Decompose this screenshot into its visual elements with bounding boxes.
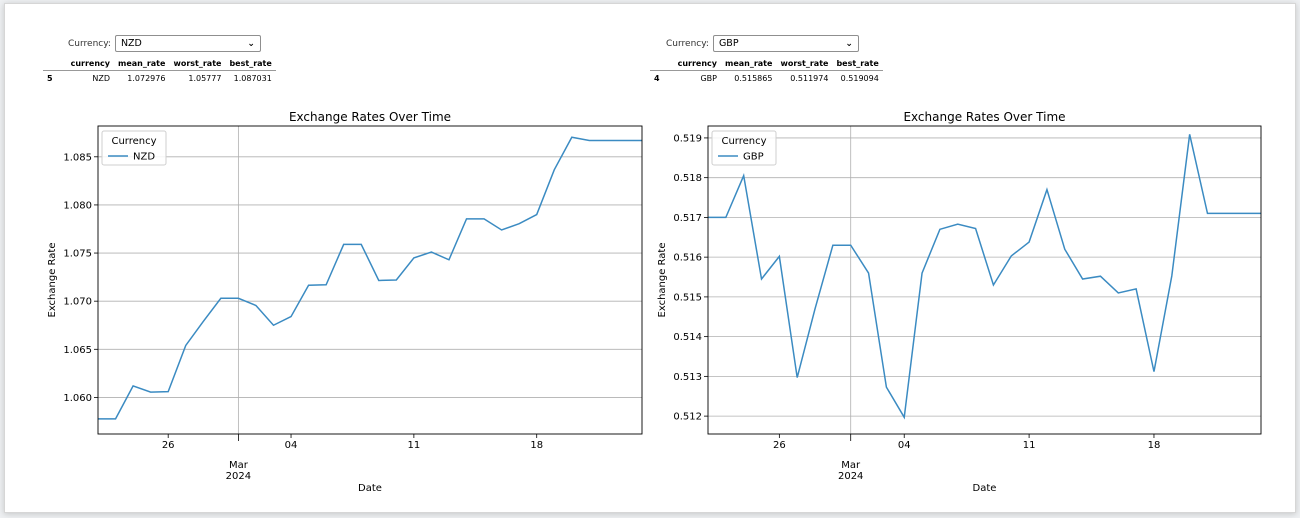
- x-axis-label: Date: [358, 483, 382, 494]
- exchange-rate-chart: Exchange Rates Over Time 0.512 0.513 0.514 0…: [657, 110, 1262, 494]
- chart-title: Exchange Rates Over Time: [289, 110, 451, 124]
- series-line: [98, 136, 642, 420]
- x-tick-label: 04: [285, 440, 298, 451]
- y-tick-label: 0.515: [673, 292, 702, 303]
- x-tick-label: 26: [162, 440, 175, 451]
- row-index: 5: [47, 74, 53, 83]
- y-tick-label: 1.065: [63, 345, 92, 356]
- cell-worst-rate: 1.05777: [188, 74, 222, 83]
- cell-best-rate: 1.087031: [233, 74, 272, 83]
- currency-selector: Currency: GBP ⌄: [666, 35, 859, 52]
- table-header: best_rate: [225, 57, 276, 71]
- y-tick-label: 1.085: [63, 152, 92, 163]
- cell-mean-rate: 1.072976: [127, 74, 166, 83]
- table-header: worst_rate: [776, 57, 833, 71]
- x-tick-label: 11: [408, 440, 421, 451]
- notebook-output: Currency: NZD ⌄ currency mean_rate worst…: [4, 3, 1296, 513]
- y-axis-label: Exchange Rate: [47, 243, 58, 318]
- series-line: [708, 134, 1261, 420]
- y-tick-label: 1.080: [63, 200, 92, 211]
- currency-label: Currency:: [666, 38, 709, 49]
- legend-title: Currency: [721, 136, 766, 147]
- x-year-label: 2024: [838, 471, 863, 482]
- table-header: mean_rate: [113, 57, 170, 71]
- y-tick-label: 1.070: [63, 297, 92, 308]
- x-year-label: 2024: [226, 471, 251, 482]
- cell-worst-rate: 0.511974: [790, 74, 829, 83]
- currency-selector: Currency: NZD ⌄: [68, 35, 261, 52]
- currency-dropdown-value: NZD: [120, 38, 142, 49]
- cell-currency: NZD: [92, 74, 110, 83]
- y-tick-label: 0.516: [673, 253, 702, 264]
- y-tick-label: 1.075: [63, 249, 92, 260]
- exchange-rate-chart: Exchange Rates Over Time 1.060 1.065 1.070 1…: [47, 110, 643, 494]
- chevron-down-icon: ⌄: [845, 38, 853, 49]
- table-header-index: [43, 57, 67, 71]
- y-tick-label: 0.518: [673, 173, 702, 184]
- currency-dropdown[interactable]: NZD ⌄: [114, 35, 261, 52]
- panel-gbp: Currency: GBP ⌄ currency mean_rate worst…: [650, 4, 1295, 512]
- legend-label: NZD: [133, 152, 155, 163]
- chevron-down-icon: ⌄: [247, 38, 255, 49]
- plot-frame: [97, 125, 643, 435]
- table-header: mean_rate: [720, 57, 777, 71]
- y-tick-label: 0.512: [673, 412, 702, 423]
- panel-nzd: Currency: NZD ⌄ currency mean_rate worst…: [5, 4, 650, 512]
- table-header-row: currency mean_rate worst_rate best_rate: [43, 57, 276, 71]
- y-tick-label: 0.514: [673, 332, 702, 343]
- x-month-label: Mar: [229, 460, 249, 471]
- table-row: 4 GBP 0.515865 0.511974 0.519094: [650, 71, 883, 87]
- stats-table: currency mean_rate worst_rate best_rate …: [43, 57, 276, 86]
- x-month-label: Mar: [841, 460, 861, 471]
- x-tick-label: 26: [773, 440, 786, 451]
- currency-dropdown[interactable]: GBP ⌄: [712, 35, 859, 52]
- table-header: best_rate: [832, 57, 883, 71]
- x-axis-label: Date: [973, 483, 997, 494]
- currency-label: Currency:: [68, 38, 111, 49]
- cell-mean-rate: 0.515865: [734, 74, 773, 83]
- x-tick-label: 04: [898, 440, 911, 451]
- plot-frame: [707, 125, 1262, 435]
- y-tick-label: 0.519: [673, 133, 702, 144]
- cell-best-rate: 0.519094: [840, 74, 879, 83]
- legend-title: Currency: [111, 136, 156, 147]
- table-row: 5 NZD 1.072976 1.05777 1.087031: [43, 71, 276, 87]
- x-tick-label: 18: [1148, 440, 1161, 451]
- currency-dropdown-value: GBP: [718, 38, 739, 49]
- x-tick-label: 18: [530, 440, 543, 451]
- table-header-row: currency mean_rate worst_rate best_rate: [650, 57, 883, 71]
- y-tick-label: 1.060: [63, 393, 92, 404]
- table-header-index: [650, 57, 674, 71]
- x-tick-label: 11: [1023, 440, 1036, 451]
- y-axis-label: Exchange Rate: [657, 243, 668, 318]
- row-index: 4: [654, 74, 660, 83]
- chart-title: Exchange Rates Over Time: [903, 110, 1065, 124]
- y-tick-label: 0.513: [673, 372, 702, 383]
- table-header: currency: [66, 57, 114, 71]
- table-header: worst_rate: [169, 57, 226, 71]
- stats-table: currency mean_rate worst_rate best_rate …: [650, 57, 883, 86]
- table-header: currency: [673, 57, 721, 71]
- y-tick-label: 0.517: [673, 213, 702, 224]
- cell-currency: GBP: [700, 74, 717, 83]
- legend-label: GBP: [743, 152, 764, 163]
